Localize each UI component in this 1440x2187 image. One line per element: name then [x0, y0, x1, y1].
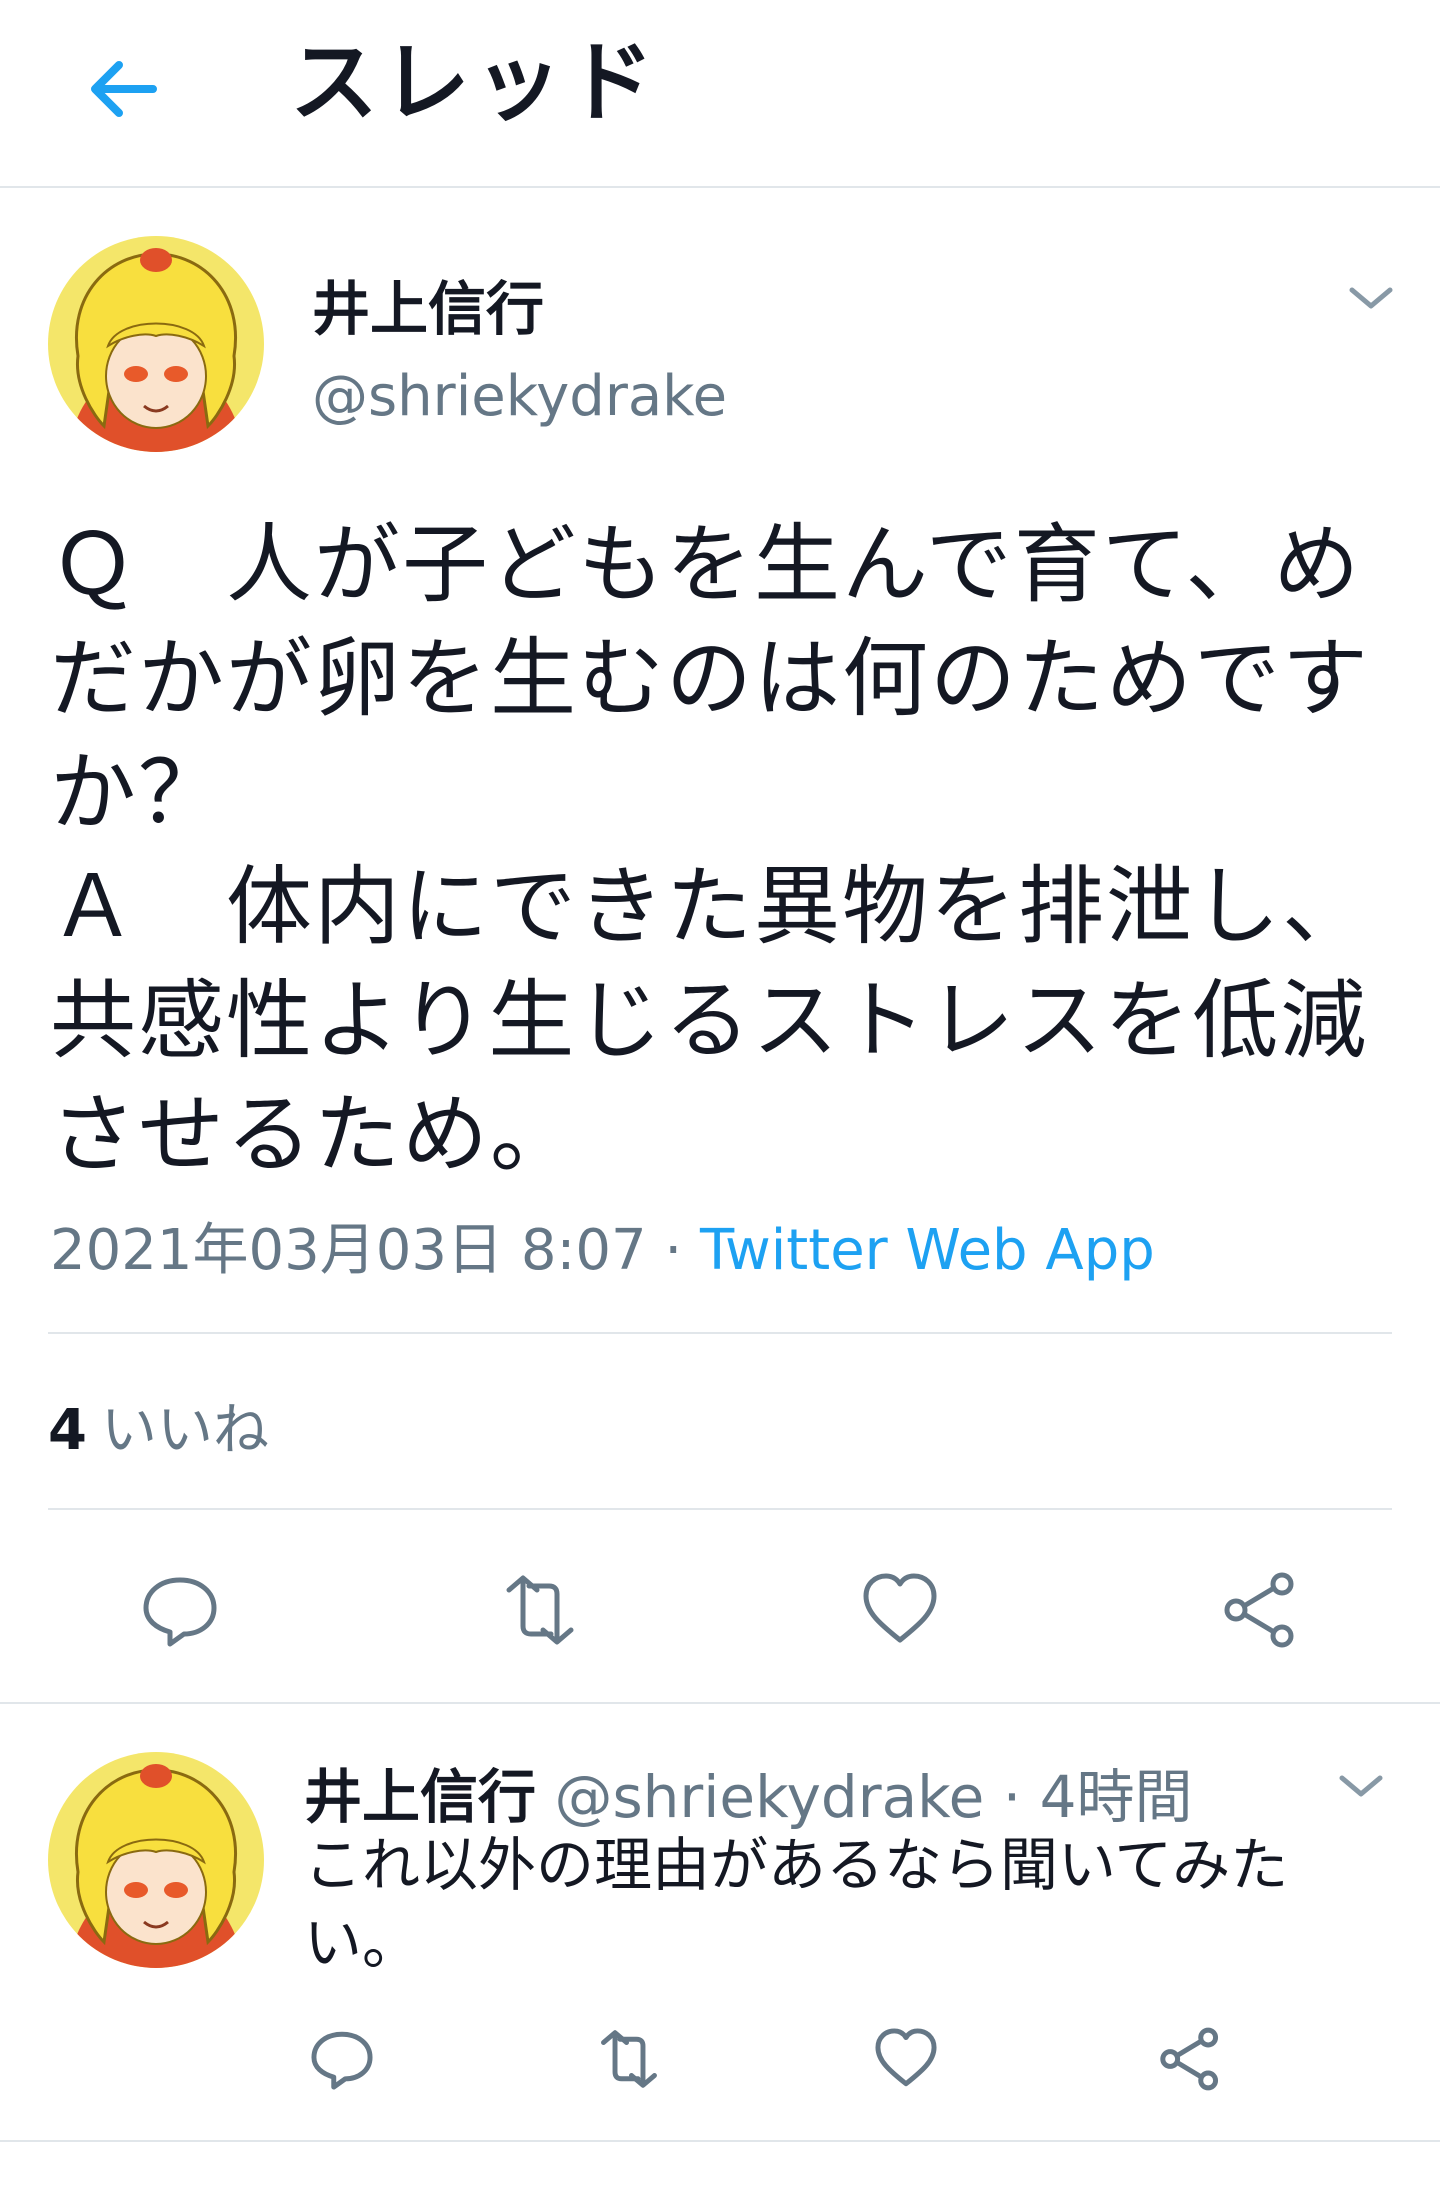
like-button[interactable] — [850, 1560, 950, 1660]
tweet-source-link[interactable]: Twitter Web App — [700, 1218, 1155, 1283]
like-icon — [875, 2028, 937, 2087]
reply-retweet-button[interactable] — [584, 2014, 674, 2104]
like-icon — [863, 1573, 937, 1643]
header-bar — [0, 0, 1440, 188]
reply-reply-button[interactable] — [302, 2014, 382, 2104]
section-divider — [0, 2140, 1440, 2142]
reply-handle[interactable]: @shriekydrake — [554, 1763, 984, 1831]
tweet-meta: 2021年03月03日 8:07 · Twitter Web App — [50, 1205, 1155, 1286]
section-divider — [0, 1702, 1440, 1704]
likes-summary[interactable]: 4 いいね — [48, 1385, 269, 1466]
display-name[interactable]: 井上信行 — [312, 262, 544, 346]
avatar-image — [48, 236, 264, 452]
reply-header: 井上信行 @shriekydrake · 4時間 — [304, 1750, 1193, 1834]
retweet-icon — [601, 2030, 657, 2088]
divider — [48, 1332, 1392, 1334]
reply-share-button[interactable] — [1150, 2014, 1230, 2104]
reply-icon — [311, 2031, 373, 2090]
retweet-icon — [506, 1575, 574, 1645]
likes-count: 4 — [48, 1398, 87, 1463]
reply-text: これ以外の理由があるなら聞いてみたい。 — [304, 1831, 1289, 1977]
reply-avatar[interactable] — [48, 1752, 264, 1968]
retweet-button[interactable] — [490, 1560, 590, 1660]
reply-menu-button[interactable] — [1326, 1750, 1396, 1820]
avatar[interactable] — [48, 236, 264, 452]
reply-icon — [143, 1577, 217, 1647]
back-arrow-icon — [91, 61, 157, 117]
share-icon — [1224, 1572, 1294, 1648]
page-title: スレッド — [290, 31, 659, 134]
chevron-down-icon — [1349, 287, 1393, 309]
reply-like-button[interactable] — [866, 2014, 946, 2104]
meta-separator: · — [646, 1218, 700, 1283]
likes-label: いいね — [100, 1398, 269, 1463]
reply-button[interactable] — [130, 1560, 230, 1660]
tweet-menu-button[interactable] — [1336, 262, 1406, 332]
reply-timestamp[interactable]: 4時間 — [1040, 1763, 1193, 1831]
chevron-down-icon — [1339, 1775, 1383, 1797]
avatar-image — [48, 1752, 264, 1968]
back-button[interactable] — [68, 34, 178, 144]
tweet-text: Ｑ 人が子どもを生んで育て、めだかが卵を生むのは何のためですか？ Ａ 体内にでき… — [50, 515, 1370, 1185]
user-handle[interactable]: @shriekydrake — [312, 364, 727, 429]
divider — [48, 1508, 1392, 1510]
tweet-date: 2021年03月03日 8:07 — [50, 1218, 647, 1283]
share-icon — [1160, 2027, 1219, 2091]
share-button[interactable] — [1210, 1560, 1310, 1660]
reply-display-name[interactable]: 井上信行 — [304, 1763, 536, 1831]
reply-separator: · — [984, 1763, 1040, 1831]
